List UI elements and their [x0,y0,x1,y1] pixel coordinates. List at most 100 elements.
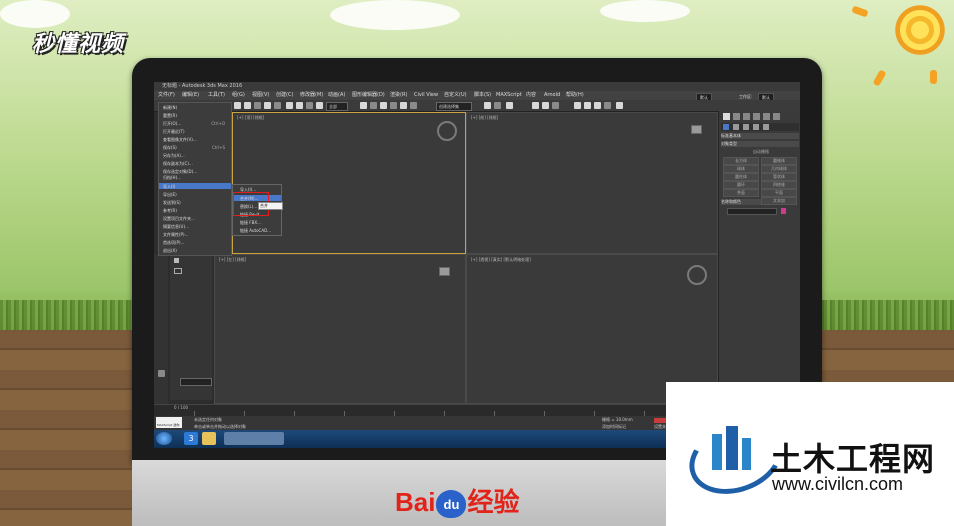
viewport-left[interactable]: [+] [左] [线框] [214,254,466,404]
file-menu-item[interactable]: 保存副本为(C)... [163,161,193,167]
file-menu-item[interactable]: 打开最近(T) [163,129,185,135]
menu-item[interactable]: 脚本(S) [474,91,491,100]
menu-item[interactable]: 创建(C) [276,91,293,100]
select-icon[interactable] [244,102,251,109]
file-menu-item-import[interactable]: 导入(I) [163,184,175,190]
file-menu-item[interactable]: 摘要信息(U)... [163,224,189,230]
selection-set-dropdown[interactable]: 创建选择集 [436,102,472,111]
undo-icon[interactable] [234,102,241,109]
layer-icon[interactable] [506,102,513,109]
mirror-icon[interactable] [484,102,491,109]
menu-item[interactable]: 视图(V) [252,91,269,100]
file-menu-item[interactable]: 新建(N) [163,105,177,111]
spinner-snap-icon[interactable] [400,102,407,109]
create-tab-icon[interactable] [723,113,730,120]
display-icon[interactable] [158,370,165,377]
auto-grid-checkbox[interactable]: 自动栅格 [741,149,781,155]
color-swatch[interactable] [781,208,786,214]
maxscript-listener[interactable]: MAXScript 迷你 [156,417,182,428]
viewcube-icon[interactable] [691,125,702,134]
primitive-dropdown[interactable]: 标准基本体 [721,133,799,139]
render-cloud-icon[interactable] [604,102,611,109]
render-icon[interactable] [594,102,601,109]
rollout-object-type[interactable]: 对象类型 [721,141,799,147]
move-icon[interactable] [286,102,293,109]
display-tab-icon[interactable] [763,113,770,120]
file-menu-item[interactable]: 参考(R) [163,208,177,214]
lights-icon[interactable] [743,124,749,130]
object-button[interactable]: 平面 [761,189,797,197]
menu-item[interactable]: 渲染(R) [390,91,407,100]
angle-snap-icon[interactable] [380,102,387,109]
render-frame-icon[interactable] [584,102,591,109]
window-icon[interactable] [274,102,281,109]
menu-item[interactable]: 编辑(E) [182,91,199,100]
layer-dropdown[interactable] [180,378,212,386]
file-menu-item[interactable]: 发送到(S) [163,200,181,206]
a360-icon[interactable] [616,102,623,109]
motion-tab-icon[interactable] [753,113,760,120]
menu-item[interactable]: 图形编辑器(D) [352,91,385,100]
material-editor-icon[interactable] [552,102,559,109]
cameras-icon[interactable] [753,124,759,130]
filter-icon[interactable] [174,258,179,263]
region-icon[interactable] [264,102,271,109]
viewcube-icon[interactable] [687,265,707,285]
rotate-icon[interactable] [296,102,303,109]
submenu-item[interactable]: 链接 AutoCAD... [240,228,271,234]
viewport-front[interactable]: [+] [前] [线框] [466,112,718,254]
file-menu-item[interactable]: 设置项目文件夹... [163,216,195,222]
object-button[interactable]: 几何球体 [761,165,797,173]
select-name-icon[interactable] [254,102,261,109]
snap-icon[interactable] [370,102,377,109]
curve-editor-icon[interactable] [532,102,539,109]
geometry-icon[interactable] [723,124,729,130]
viewcube-icon[interactable] [439,267,450,276]
file-menu-item[interactable]: 退出(X) [163,248,177,254]
object-button[interactable]: 圆环 [723,181,759,189]
file-menu-item[interactable]: 文件属性(P)... [163,232,188,238]
helpers-icon[interactable] [763,124,769,130]
object-button[interactable]: 球体 [723,165,759,173]
submenu-item[interactable]: 链接 FBX... [240,220,261,226]
schematic-icon[interactable] [542,102,549,109]
utilities-tab-icon[interactable] [773,113,780,120]
menu-item[interactable]: Civil View [414,91,438,100]
file-menu-item[interactable]: 保存(S) [163,145,177,151]
object-button[interactable]: 茶壶 [723,189,759,197]
scale-icon[interactable] [306,102,313,109]
object-button[interactable]: 长方体 [723,157,759,165]
object-button[interactable]: 文本加 [761,197,797,205]
start-button-icon[interactable] [156,432,172,445]
modify-tab-icon[interactable] [733,113,740,120]
menu-item[interactable]: 修改器(M) [300,91,323,100]
menu-item[interactable]: 帮助(H) [566,91,584,100]
menu-item[interactable]: 自定义(U) [444,91,467,100]
menu-item[interactable]: MAXScript [496,91,522,100]
name-field[interactable] [727,208,777,215]
taskbar-window[interactable] [224,432,284,445]
object-button[interactable]: 圆锥体 [761,157,797,165]
menu-item[interactable]: 工具(T) [208,91,225,100]
menu-item[interactable]: Arnold [544,91,560,100]
file-menu-item[interactable]: 重置(R) [163,113,177,119]
3dsmax-taskbar-icon[interactable]: 3 [184,432,198,445]
explorer-taskbar-icon[interactable] [202,432,216,445]
hierarchy-tab-icon[interactable] [743,113,750,120]
rollout-name-color[interactable]: 名称和颜色 [721,199,761,205]
menu-item[interactable]: 文件(F) [158,91,175,100]
edit-named-icon[interactable] [410,102,417,109]
object-button[interactable]: 圆柱体 [723,173,759,181]
render-setup-icon[interactable] [574,102,581,109]
reference-dropdown[interactable]: 全部 [326,102,348,111]
file-menu-item[interactable]: 查看图像文件(V)... [163,137,197,143]
percent-snap-icon[interactable] [390,102,397,109]
object-button[interactable]: 管状体 [761,173,797,181]
file-menu-item[interactable]: 另存为(A)... [163,153,185,159]
file-menu-item[interactable]: 归档(H)... [163,175,181,181]
file-menu-item[interactable]: 首选项(P)... [163,240,184,246]
shapes-icon[interactable] [733,124,739,130]
viewcube-icon[interactable] [437,121,457,141]
menu-item[interactable]: 动画(A) [328,91,345,100]
pivot-icon[interactable] [360,102,367,109]
